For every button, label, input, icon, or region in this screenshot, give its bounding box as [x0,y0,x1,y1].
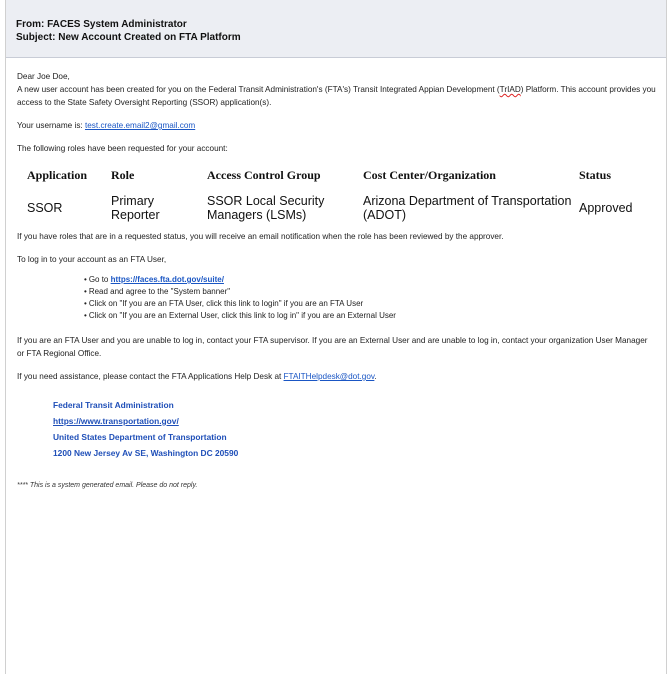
signature-org: Federal Transit Administration [53,400,174,410]
roles-intro: The following roles have been requested … [17,144,228,153]
cell-access-control-group: SSOR Local Security Managers (LSMs) [207,194,325,222]
col-access-control-group: Access Control Group [207,168,321,182]
username-line: Your username is: test.create.email2@gma… [17,119,656,132]
help-line: If you need assistance, please contact t… [17,370,656,383]
username-link[interactable]: test.create.email2@gmail.com [85,121,195,130]
col-cost-center: Cost Center/Organization [363,168,496,182]
login-steps: Go to https://faces.fta.dot.gov/suite/ R… [17,274,656,322]
col-application: Application [27,168,88,182]
email-message: From: FACES System Administrator Subject… [5,0,667,674]
intro-text-1: A new user account has been created for … [17,85,500,94]
misspelled-word[interactable]: TrIAD [500,85,521,94]
helpdesk-email-link[interactable]: FTAITHelpdesk@dot.gov [284,372,375,381]
table-row: SSOR Primary Reporter SSOR Local Securit… [27,194,657,226]
col-status: Status [579,168,612,182]
intro-paragraph: Dear Joe Doe, A new user account has bee… [17,70,656,109]
requested-note: If you have roles that are in a requeste… [17,232,504,241]
faces-suite-link[interactable]: https://faces.fta.dot.gov/suite/ [111,275,224,284]
footer-disclaimer: **** This is a system generated email. P… [17,482,198,489]
signature-block: Federal Transit Administration https://w… [17,397,656,461]
username-label: Your username is: [17,121,85,130]
table-header-row: Application Role Access Control Group Co… [27,169,657,194]
greeting: Dear Joe Doe, [17,72,70,81]
col-role: Role [111,168,135,182]
cell-cost-center: Arizona Department of Transportation (AD… [363,194,572,222]
signature-dept: United States Department of Transportati… [53,432,227,442]
from-line: From: FACES System Administrator [16,19,187,30]
help-end: . [374,372,377,381]
email-header: From: FACES System Administrator Subject… [6,0,666,58]
help-text: If you need assistance, please contact t… [17,372,284,381]
subject-line: Subject: New Account Created on FTA Plat… [16,32,241,43]
list-item: Go to https://faces.fta.dot.gov/suite/ [84,274,656,286]
cell-application: SSOR [27,201,63,215]
cell-role: Primary Reporter [111,194,160,222]
unable-note: If you are an FTA User and you are unabl… [17,336,648,358]
cell-status: Approved [579,201,633,215]
list-item: Read and agree to the "System banner" [84,286,656,298]
roles-table: Application Role Access Control Group Co… [27,169,657,226]
list-item: Click on "If you are an FTA User, click … [84,298,656,310]
step-go-to-text: Go to [88,275,111,284]
signature-address: 1200 New Jersey Av SE, Washington DC 205… [53,448,239,458]
login-intro: To log in to your account as an FTA User… [17,255,167,264]
list-item: Click on "If you are an External User, c… [84,310,656,322]
email-body: Dear Joe Doe, A new user account has bee… [6,58,666,492]
signature-url-link[interactable]: https://www.transportation.gov/ [53,413,656,429]
